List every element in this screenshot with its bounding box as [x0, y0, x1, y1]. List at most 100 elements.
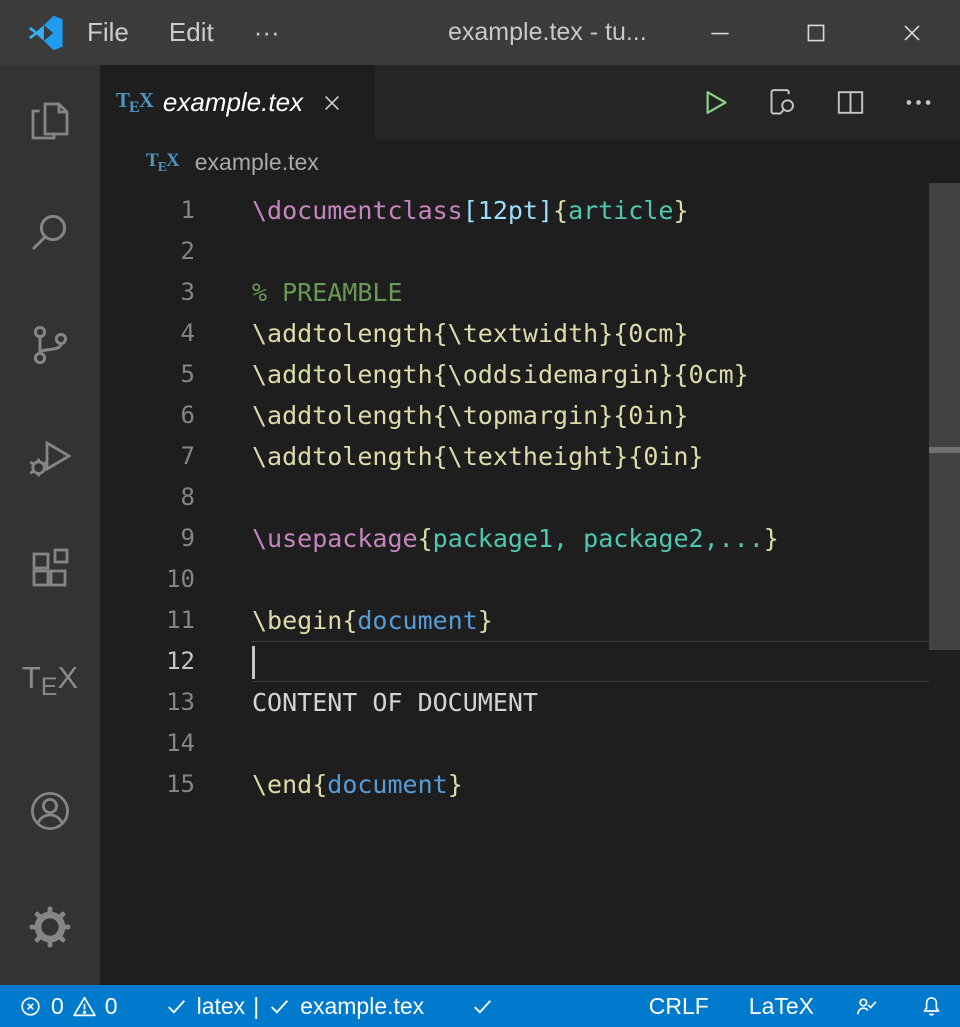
tab-example-tex[interactable]: TEX example.tex	[100, 65, 375, 140]
check-icon	[267, 994, 292, 1019]
more-actions-button[interactable]	[900, 85, 936, 121]
sidebar-item-explorer[interactable]	[0, 65, 100, 177]
code-line-3[interactable]: 3% PREAMBLE	[100, 272, 960, 313]
line-number: 8	[100, 477, 195, 518]
vscode-logo-icon	[28, 15, 64, 51]
files-icon	[26, 97, 74, 145]
breadcrumb: TEX example.tex	[100, 140, 960, 185]
sidebar-item-extensions[interactable]	[0, 513, 100, 625]
code-line-6[interactable]: 6 \addtolength{\topmargin}{0in}	[100, 395, 960, 436]
feedback-button[interactable]	[854, 994, 879, 1019]
gear-icon	[26, 903, 74, 951]
code-line-9[interactable]: 9\usepackage{package1, package2,...}	[100, 518, 960, 559]
view-pdf-button[interactable]	[764, 85, 800, 121]
token-cls: package1, package2,...	[433, 524, 764, 553]
code-line-2[interactable]: 2	[100, 231, 960, 272]
code-line-11[interactable]: 11\begin{document}	[100, 600, 960, 641]
token-cls: article	[568, 196, 673, 225]
line-number: 12	[100, 641, 195, 682]
line-content[interactable]: \addtolength{\oddsidemargin}{0cm}	[252, 354, 929, 395]
line-content[interactable]: CONTENT OF DOCUMENT	[252, 682, 929, 723]
ellipsis-icon	[902, 86, 935, 119]
status-right: CRLF LaTeX	[649, 993, 944, 1020]
scrollbar-slider[interactable]	[929, 183, 960, 650]
line-content[interactable]: \addtolength{\textwidth}{0cm}	[252, 313, 929, 354]
code-line-10[interactable]: 10	[100, 559, 960, 600]
latex-linter-status[interactable]: latex | example.tex	[164, 993, 425, 1020]
line-content[interactable]	[252, 231, 929, 272]
extensions-icon	[26, 545, 74, 593]
sidebar-item-run-debug[interactable]	[0, 401, 100, 513]
line-number: 7	[100, 436, 195, 477]
editor-group: TEX example.tex	[100, 65, 960, 985]
menu-overflow[interactable]: ···	[237, 11, 297, 54]
token-cmd: \documentclass	[252, 196, 463, 225]
code-line-15[interactable]: 15 \end{document}	[100, 764, 960, 805]
tex-file-icon: TEX	[146, 150, 179, 176]
code-line-4[interactable]: 4\addtolength{\textwidth}{0cm}	[100, 313, 960, 354]
breadcrumb-item-file[interactable]: example.tex	[195, 149, 319, 176]
token-brace: {	[553, 196, 568, 225]
sidebar-item-settings[interactable]	[0, 871, 100, 983]
close-icon	[899, 20, 925, 46]
line-number: 6	[100, 395, 195, 436]
tab-bar: TEX example.tex	[100, 65, 960, 140]
problems-indicator[interactable]: 0 0	[18, 993, 118, 1020]
code-line-14[interactable]: 14	[100, 723, 960, 764]
build-latex-button[interactable]	[696, 85, 732, 121]
token-func: \addtolength{\textheight}{0in}	[252, 442, 704, 471]
split-editor-icon	[834, 86, 867, 119]
line-content[interactable]: \begin{document}	[252, 600, 929, 641]
code-editor[interactable]: 1\documentclass[12pt]{article}23% PREAMB…	[100, 185, 960, 985]
token-brace: }	[673, 196, 688, 225]
token-func: \begin	[252, 606, 342, 635]
menu-file[interactable]: File	[70, 11, 146, 54]
line-number: 10	[100, 559, 195, 600]
line-content[interactable]	[252, 641, 929, 682]
token-brace: {	[418, 524, 433, 553]
sidebar-item-source-control[interactable]	[0, 289, 100, 401]
code-line-12[interactable]: 12	[100, 641, 960, 682]
line-content[interactable]	[252, 559, 929, 600]
line-content[interactable]	[252, 723, 929, 764]
line-content[interactable]: \usepackage{package1, package2,...}	[252, 518, 929, 559]
debug-icon	[26, 433, 74, 481]
tab-label: example.tex	[163, 87, 303, 118]
sidebar-item-accounts[interactable]	[0, 755, 100, 867]
close-tab-button[interactable]	[315, 86, 349, 120]
line-number: 15	[100, 764, 195, 805]
line-content[interactable]: \addtolength{\textheight}{0in}	[252, 436, 929, 477]
line-content[interactable]: \documentclass[12pt]{article}	[252, 190, 929, 231]
active-file-label: example.tex	[300, 993, 424, 1020]
code-line-7[interactable]: 7 \addtolength{\textheight}{0in}	[100, 436, 960, 477]
close-window-button[interactable]	[864, 0, 960, 65]
eol-indicator[interactable]: CRLF	[649, 993, 709, 1020]
code-line-5[interactable]: 5\addtolength{\oddsidemargin}{0cm}	[100, 354, 960, 395]
code-line-8[interactable]: 8	[100, 477, 960, 518]
account-icon	[26, 787, 74, 835]
code-line-1[interactable]: 1\documentclass[12pt]{article}	[100, 190, 960, 231]
language-mode[interactable]: LaTeX	[749, 993, 814, 1020]
minimize-button[interactable]	[672, 0, 768, 65]
menu-edit[interactable]: Edit	[152, 11, 231, 54]
warning-count: 0	[105, 993, 118, 1020]
search-icon	[26, 209, 74, 257]
token-comment: % PREAMBLE	[252, 278, 403, 307]
sidebar-item-latex-workshop[interactable]: TEX	[0, 625, 100, 737]
line-content[interactable]: \end{document}	[252, 764, 929, 805]
preview-icon	[766, 86, 799, 119]
line-content[interactable]	[252, 477, 929, 518]
editor-lines: 1\documentclass[12pt]{article}23% PREAMB…	[100, 190, 960, 805]
build-status[interactable]	[470, 994, 495, 1019]
line-content[interactable]: % PREAMBLE	[252, 272, 929, 313]
split-editor-button[interactable]	[832, 85, 868, 121]
token-env: document	[357, 606, 477, 635]
sidebar-item-search[interactable]	[0, 177, 100, 289]
token-plain: CONTENT OF DOCUMENT	[252, 688, 538, 717]
maximize-button[interactable]	[768, 0, 864, 65]
token-env: document	[327, 770, 447, 799]
notifications-button[interactable]	[919, 994, 944, 1019]
feedback-icon	[854, 994, 879, 1019]
code-line-13[interactable]: 13CONTENT OF DOCUMENT	[100, 682, 960, 723]
line-content[interactable]: \addtolength{\topmargin}{0in}	[252, 395, 929, 436]
